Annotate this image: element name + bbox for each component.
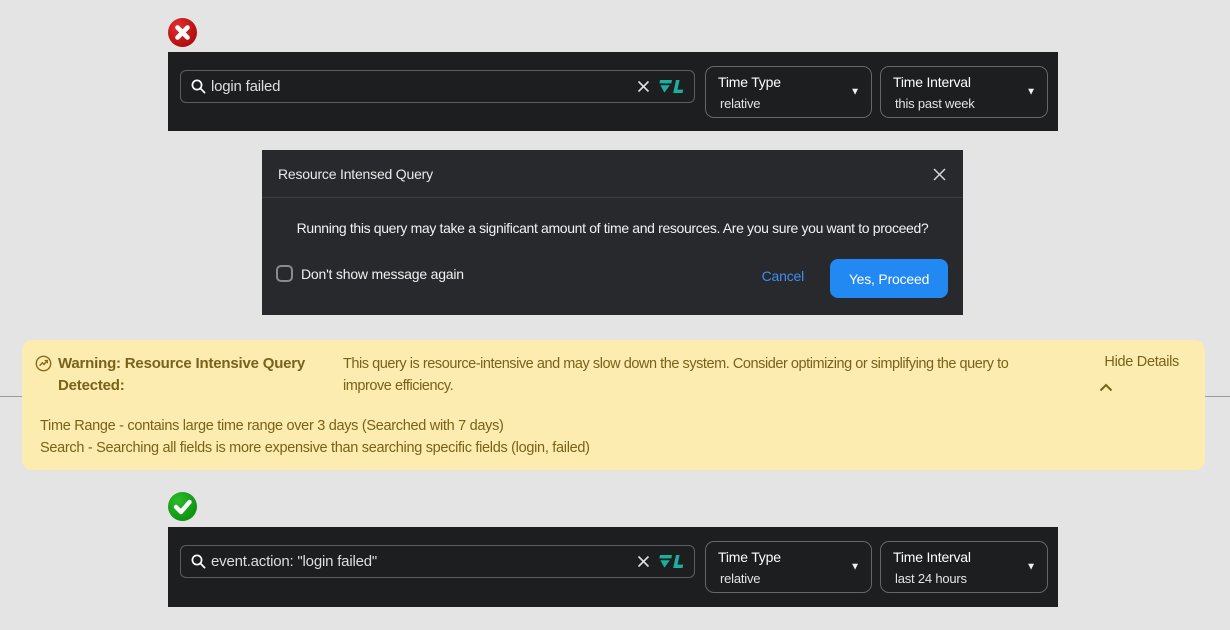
cancel-button[interactable]: Cancel — [762, 268, 804, 284]
search-icon — [190, 553, 207, 570]
search-input-after[interactable] — [211, 553, 632, 570]
banner-detail-line: Search - Searching all fields is more ex… — [40, 437, 590, 459]
dont-show-again-checkbox[interactable]: Don't show message again — [276, 265, 464, 282]
search-box-before[interactable] — [180, 70, 695, 103]
check-icon — [168, 492, 197, 521]
search-input-before[interactable] — [211, 78, 632, 95]
warning-banner: Warning: Resource Intensive Query Detect… — [22, 340, 1205, 470]
time-type-label: Time Type — [718, 74, 845, 90]
proceed-button[interactable]: Yes, Proceed — [830, 259, 948, 298]
close-icon[interactable] — [929, 164, 949, 184]
chevron-up-icon[interactable] — [1099, 379, 1113, 388]
time-type-value: relative — [720, 571, 845, 586]
modal-title: Resource Intensed Query — [278, 166, 433, 182]
time-type-dropdown-before[interactable]: Time Type relative ▼ — [705, 66, 872, 118]
success-status-icon — [168, 492, 197, 521]
time-type-label: Time Type — [718, 549, 845, 565]
checkbox-label: Don't show message again — [301, 266, 464, 282]
modal-message: Running this query may take a significan… — [262, 220, 963, 236]
search-box-after[interactable] — [180, 545, 695, 578]
x-icon — [168, 18, 197, 47]
error-status-icon — [168, 18, 197, 47]
time-interval-dropdown-after[interactable]: Time Interval last 24 hours ▼ — [880, 541, 1048, 593]
time-interval-value: this past week — [895, 96, 1021, 111]
caret-down-icon: ▼ — [850, 562, 860, 573]
time-type-dropdown-after[interactable]: Time Type relative ▼ — [705, 541, 872, 593]
banner-heading: Warning: Resource Intensive Query Detect… — [58, 353, 313, 397]
time-interval-label: Time Interval — [893, 549, 1021, 565]
time-interval-dropdown-before[interactable]: Time Interval this past week ▼ — [880, 66, 1048, 118]
resource-query-modal: Resource Intensed Query Running this que… — [262, 150, 963, 315]
search-icon — [190, 78, 207, 95]
query-bar-after: Time Type relative ▼ Time Interval last … — [168, 527, 1058, 607]
time-type-value: relative — [720, 96, 845, 111]
time-interval-value: last 24 hours — [895, 571, 1021, 586]
checkbox-icon[interactable] — [276, 265, 293, 282]
caret-down-icon: ▼ — [1026, 87, 1036, 98]
modal-header: Resource Intensed Query — [262, 150, 963, 198]
modal-footer: Don't show message again Cancel Yes, Pro… — [262, 253, 963, 315]
time-interval-label: Time Interval — [893, 74, 1021, 90]
banner-details: Time Range - contains large time range o… — [40, 415, 590, 459]
banner-detail-line: Time Range - contains large time range o… — [40, 415, 590, 437]
query-language-logo-icon[interactable] — [658, 554, 684, 570]
clear-icon[interactable] — [636, 79, 651, 94]
caret-down-icon: ▼ — [850, 87, 860, 98]
banner-message: This query is resource-intensive and may… — [343, 353, 1058, 397]
hide-details-button[interactable]: Hide Details — [1104, 354, 1179, 370]
caret-down-icon: ▼ — [1026, 562, 1036, 573]
query-bar-before: Time Type relative ▼ Time Interval this … — [168, 52, 1058, 131]
query-language-logo-icon[interactable] — [658, 79, 684, 95]
warning-trend-icon — [35, 355, 52, 377]
clear-icon[interactable] — [636, 554, 651, 569]
